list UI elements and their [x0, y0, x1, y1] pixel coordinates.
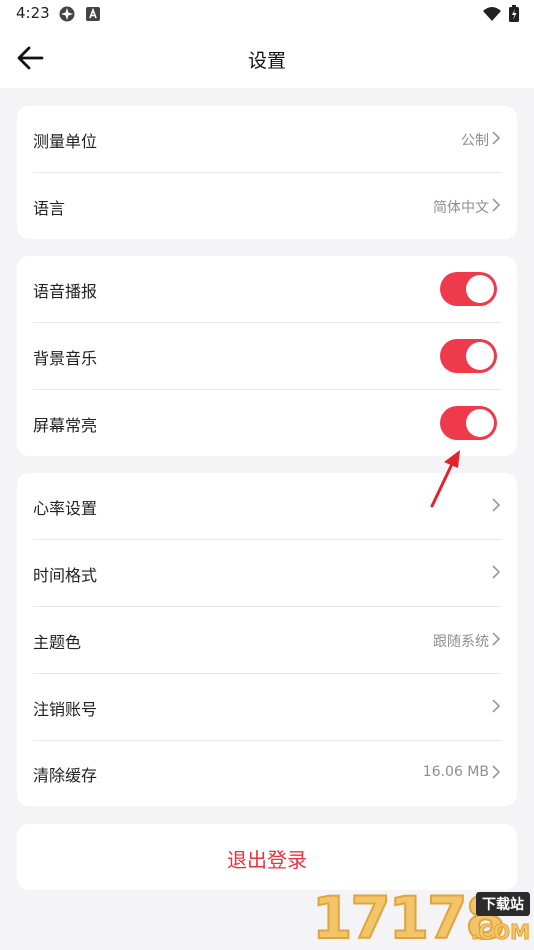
row-label: 清除缓存	[33, 766, 98, 785]
annotation-arrow-icon	[430, 450, 460, 508]
row-language[interactable]: 语言 简体中文	[17, 173, 517, 239]
text-notification-icon	[86, 7, 100, 21]
row-voice-broadcast: 语音播报	[17, 256, 517, 322]
row-value: 16.06 MB	[422, 764, 489, 780]
row-time-format[interactable]: 时间格式	[17, 540, 517, 606]
app-bar: 设置	[0, 30, 534, 88]
chevron-right-icon	[492, 765, 501, 779]
status-bar: 4:23	[0, 0, 534, 28]
row-label: 测量单位	[33, 132, 98, 151]
chevron-right-icon	[492, 498, 501, 512]
watermark-badge: 下载站	[476, 892, 530, 916]
battery-icon	[509, 5, 519, 22]
top-area: 4:23 设置	[0, 0, 534, 88]
chevron-right-icon	[492, 632, 501, 646]
settings-card-toggles: 语音播报 背景音乐 屏幕常亮	[17, 256, 517, 456]
row-value: 简体中文	[433, 200, 489, 216]
toggle-knob	[466, 275, 494, 303]
row-label: 背景音乐	[33, 349, 98, 368]
toggle-knob	[466, 409, 494, 437]
row-delete-account[interactable]: 注销账号	[17, 674, 517, 740]
chevron-right-icon	[492, 198, 501, 212]
logout-label: 退出登录	[227, 848, 307, 872]
chevron-right-icon	[492, 699, 501, 713]
wifi-icon	[483, 7, 501, 21]
row-value: 跟随系统	[433, 634, 489, 650]
row-screen-always-on: 屏幕常亮	[17, 390, 517, 456]
row-label: 语言	[33, 199, 66, 218]
row-label: 注销账号	[33, 700, 98, 719]
logout-button[interactable]: 退出登录	[17, 824, 517, 890]
row-label: 语音播报	[33, 282, 98, 301]
row-value: 公制	[461, 133, 489, 149]
screen-always-on-toggle[interactable]	[440, 406, 497, 440]
row-label: 屏幕常亮	[33, 416, 98, 435]
row-background-music: 背景音乐	[17, 323, 517, 389]
settings-card-general: 测量单位 公制 语言 简体中文	[17, 106, 517, 239]
watermark-domain: .COM	[470, 920, 530, 945]
row-theme-color[interactable]: 主题色 跟随系统	[17, 607, 517, 673]
settings-card-more: 心率设置 时间格式 主题色 跟随系统 注销账号 清除缓存 16.06 MB	[17, 473, 517, 806]
row-label: 心率设置	[33, 499, 98, 518]
row-label: 主题色	[33, 633, 82, 652]
row-label: 时间格式	[33, 566, 98, 585]
toggle-knob	[466, 342, 494, 370]
site-watermark: 17178 下载站 .COM	[308, 885, 534, 950]
voice-broadcast-toggle[interactable]	[440, 272, 497, 306]
page-title: 设置	[247, 50, 286, 72]
status-time: 4:23	[16, 4, 50, 22]
background-music-toggle[interactable]	[440, 339, 497, 373]
chevron-right-icon	[492, 131, 501, 145]
app-notification-icon	[59, 6, 75, 22]
row-clear-cache[interactable]: 清除缓存 16.06 MB	[17, 740, 517, 806]
row-measurement-unit[interactable]: 测量单位 公制	[17, 106, 517, 172]
chevron-right-icon	[492, 565, 501, 579]
